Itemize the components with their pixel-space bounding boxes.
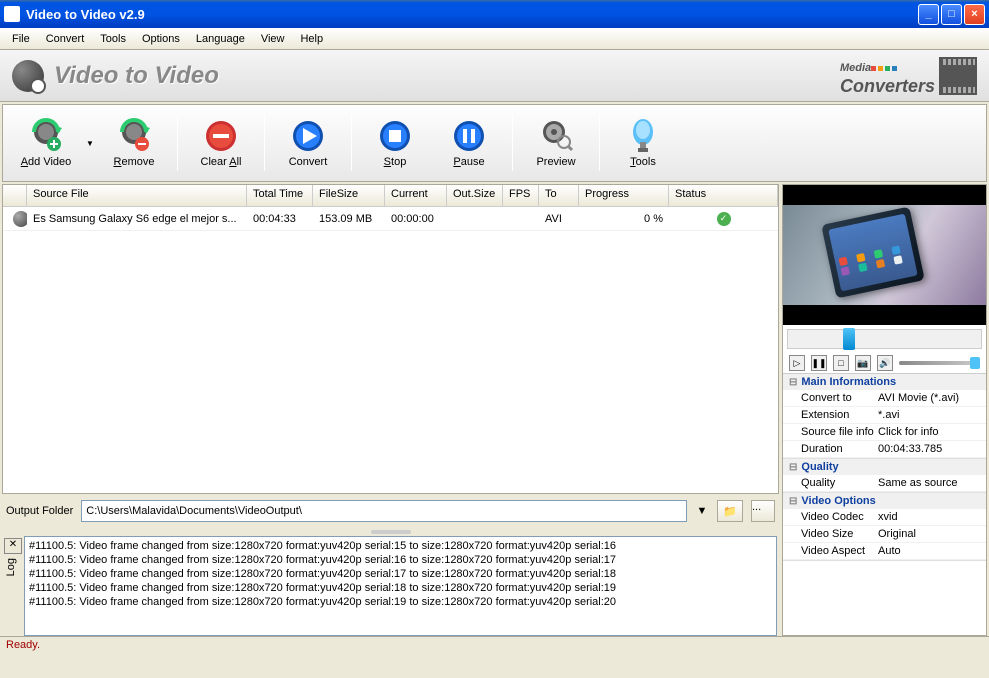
log-tab-label[interactable]: Log bbox=[5, 554, 23, 580]
stop-icon bbox=[377, 118, 413, 154]
seek-bar[interactable] bbox=[787, 329, 982, 349]
output-dropdown[interactable]: ▼ bbox=[695, 505, 709, 517]
add-video-icon bbox=[28, 118, 64, 154]
col-status[interactable]: Status bbox=[669, 185, 778, 206]
menu-view[interactable]: View bbox=[253, 31, 293, 47]
app-logo-icon bbox=[12, 60, 44, 92]
menu-convert[interactable]: Convert bbox=[38, 31, 93, 47]
player-play-button[interactable]: ▷ bbox=[789, 355, 805, 371]
info-section-main[interactable]: Main Informations bbox=[783, 374, 986, 390]
app-icon bbox=[4, 6, 20, 22]
info-row[interactable]: QualitySame as source bbox=[783, 475, 986, 492]
menu-file[interactable]: File bbox=[4, 31, 38, 47]
col-fps[interactable]: FPS bbox=[503, 185, 539, 206]
menu-tools[interactable]: Tools bbox=[92, 31, 134, 47]
menu-options[interactable]: Options bbox=[134, 31, 188, 47]
folder-icon: 📁 bbox=[723, 505, 737, 518]
list-header: Source File Total Time FileSize Current … bbox=[3, 185, 778, 207]
menubar: File Convert Tools Options Language View… bbox=[0, 28, 989, 50]
info-row[interactable]: Convert toAVI Movie (*.avi) bbox=[783, 390, 986, 407]
output-row: Output Folder ▼ 📁 ... bbox=[2, 494, 779, 528]
player-stop-button[interactable]: □ bbox=[833, 355, 849, 371]
output-label: Output Folder bbox=[6, 505, 73, 517]
log-close-button[interactable]: ✕ bbox=[4, 538, 22, 554]
pause-button[interactable]: Pause bbox=[434, 111, 504, 175]
seek-thumb[interactable] bbox=[843, 328, 855, 350]
preview-icon bbox=[538, 118, 574, 154]
window-title: Video to Video v2.9 bbox=[26, 7, 918, 22]
col-current[interactable]: Current bbox=[385, 185, 447, 206]
filmstrip-icon bbox=[939, 57, 977, 95]
stop-button[interactable]: Stop bbox=[360, 111, 430, 175]
preview-pane bbox=[783, 185, 986, 325]
toolbar: AAdd Videodd Video ▼ Remove Clear All Co… bbox=[2, 104, 987, 182]
status-ok-icon: ✓ bbox=[717, 212, 731, 226]
menu-help[interactable]: Help bbox=[292, 31, 331, 47]
menu-language[interactable]: Language bbox=[188, 31, 253, 47]
maximize-button[interactable]: □ bbox=[941, 4, 962, 25]
tools-button[interactable]: Tools bbox=[608, 111, 678, 175]
player-pause-button[interactable]: ❚❚ bbox=[811, 355, 827, 371]
app-name: Video to Video bbox=[54, 62, 219, 90]
col-source[interactable]: Source File bbox=[27, 185, 247, 206]
info-panel: Main Informations Convert toAVI Movie (*… bbox=[783, 374, 986, 635]
col-progress[interactable]: Progress bbox=[579, 185, 669, 206]
col-to[interactable]: To bbox=[539, 185, 579, 206]
remove-button[interactable]: Remove bbox=[99, 111, 169, 175]
browse-folder-button[interactable]: 📁 bbox=[717, 500, 743, 522]
file-list: Source File Total Time FileSize Current … bbox=[2, 184, 779, 494]
output-folder-input[interactable] bbox=[81, 500, 687, 522]
volume-slider[interactable] bbox=[899, 361, 980, 365]
splitter[interactable] bbox=[2, 528, 779, 536]
info-row[interactable]: Duration00:04:33.785 bbox=[783, 441, 986, 458]
preview-button[interactable]: Preview bbox=[521, 111, 591, 175]
table-row[interactable]: Es Samsung Galaxy S6 edge el mejor s... … bbox=[3, 207, 778, 231]
info-row[interactable]: Source file infoClick for info bbox=[783, 424, 986, 441]
clear-all-icon bbox=[203, 118, 239, 154]
player-volume-button[interactable]: 🔊 bbox=[877, 355, 893, 371]
titlebar: Video to Video v2.9 _ □ × bbox=[0, 0, 989, 28]
add-video-button[interactable]: AAdd Videodd Video bbox=[11, 111, 81, 175]
statusbar: Ready. bbox=[0, 636, 989, 656]
convert-button[interactable]: Convert bbox=[273, 111, 343, 175]
close-button[interactable]: × bbox=[964, 4, 985, 25]
info-row[interactable]: Video SizeOriginal bbox=[783, 526, 986, 543]
brand-logo: Media Converters bbox=[840, 55, 977, 97]
col-filesize[interactable]: FileSize bbox=[313, 185, 385, 206]
info-row[interactable]: Video Codecxvid bbox=[783, 509, 986, 526]
add-video-dropdown[interactable]: ▼ bbox=[85, 139, 95, 148]
info-section-video[interactable]: Video Options bbox=[783, 493, 986, 509]
player-snapshot-button[interactable]: 📷 bbox=[855, 355, 871, 371]
tools-icon bbox=[625, 118, 661, 154]
info-row[interactable]: Video AspectAuto bbox=[783, 543, 986, 560]
banner: Video to Video Media Converters bbox=[0, 50, 989, 102]
more-button[interactable]: ... bbox=[751, 500, 775, 522]
info-section-quality[interactable]: Quality bbox=[783, 459, 986, 475]
col-outsize[interactable]: Out.Size bbox=[447, 185, 503, 206]
remove-icon bbox=[116, 118, 152, 154]
minimize-button[interactable]: _ bbox=[918, 4, 939, 25]
pause-icon bbox=[451, 118, 487, 154]
convert-icon bbox=[290, 118, 326, 154]
col-total-time[interactable]: Total Time bbox=[247, 185, 313, 206]
video-file-icon bbox=[13, 211, 27, 227]
status-text: Ready. bbox=[6, 639, 40, 651]
clear-all-button[interactable]: Clear All bbox=[186, 111, 256, 175]
info-row[interactable]: Extension*.avi bbox=[783, 407, 986, 424]
log-content[interactable]: #11100.5: Video frame changed from size:… bbox=[24, 536, 777, 636]
